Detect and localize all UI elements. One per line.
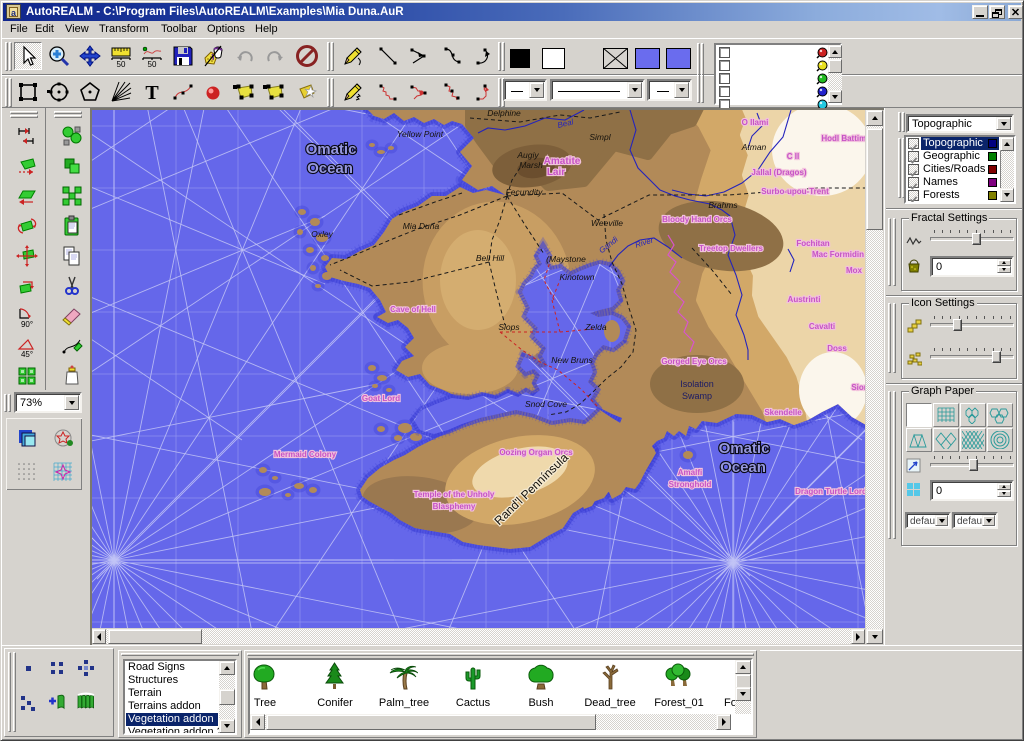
svg-text:Dragon Turtle Lord: Dragon Turtle Lord [795,487,865,496]
svg-text:Delphine: Delphine [487,110,521,118]
svg-text:Mermaid Colony: Mermaid Colony [274,450,337,459]
svg-text:Simpl: Simpl [589,132,611,142]
svg-text:Mox: Mox [846,266,863,275]
svg-text:Amatite: Amatite [544,156,581,167]
svg-text:Isolation: Isolation [680,379,714,389]
svg-text:50: 50 [117,60,126,68]
svg-text:T: T [145,82,159,104]
svg-text:Austrinti: Austrinti [788,295,821,304]
svg-text:Kinotown: Kinotown [560,272,595,282]
svg-text:Stronghold: Stronghold [669,480,712,489]
svg-text:Blasphemy: Blasphemy [433,502,476,511]
svg-text:Mia Duna: Mia Duna [403,221,440,231]
svg-text:Cave of Hell: Cave of Hell [390,305,436,314]
svg-text:Sion: Sion [851,383,865,392]
svg-text:Zelda: Zelda [584,322,607,332]
svg-text:Goat Lord: Goat Lord [362,394,400,403]
svg-text:(Maystone: (Maystone [546,254,586,264]
svg-text:Treetop Dwellers: Treetop Dwellers [699,244,764,253]
svg-text:Fecundity: Fecundity [506,187,544,197]
svg-text:50: 50 [148,60,157,68]
svg-text:Bloody Hand Orcs: Bloody Hand Orcs [662,215,732,224]
svg-text:O Ilami: O Ilami [742,118,769,127]
svg-text:Omatic: Omatic [306,141,357,158]
svg-text:Doss: Doss [827,344,847,353]
svg-text:Omatic: Omatic [719,440,770,457]
svg-text:New Bruns: New Bruns [551,355,593,365]
svg-text:Swamp: Swamp [682,391,712,401]
svg-text:Mac Formidin: Mac Formidin [812,250,864,259]
svg-text:Weeville: Weeville [591,218,623,228]
svg-text:Oxley: Oxley [311,229,333,239]
svg-text:90°: 90° [21,320,33,328]
svg-text:Lair: Lair [547,167,565,178]
svg-text:Ocean: Ocean [307,160,353,177]
svg-text:Atman: Atman [741,142,767,152]
svg-text:Brahms: Brahms [708,200,738,210]
svg-text:C II: C II [787,152,799,161]
svg-text:Slops: Slops [498,322,520,332]
svg-text:Jallal (Dragos): Jallal (Dragos) [751,168,806,177]
svg-text:Yellow Point: Yellow Point [397,129,444,139]
svg-text:Snod Cove: Snod Cove [525,399,567,409]
svg-text:Marsh: Marsh [519,160,543,170]
svg-text:Amalfi: Amalfi [678,468,702,477]
svg-text:Skendelle: Skendelle [764,408,802,417]
svg-text:Ocean: Ocean [720,459,766,476]
svg-text:Augiy: Augiy [516,150,539,160]
svg-text:Bell Hill: Bell Hill [476,253,505,263]
svg-text:Hodl Battima: Hodl Battima [821,134,865,143]
svg-text:45°: 45° [21,350,33,358]
svg-text:Cavalti: Cavalti [809,322,835,331]
svg-text:Temple of the Unholy: Temple of the Unholy [414,490,495,499]
svg-text:Gorged Eye Orcs: Gorged Eye Orcs [661,357,727,366]
svg-text:Surbo-upou-Trent: Surbo-upou-Trent [761,187,829,196]
svg-text:Fochitan: Fochitan [796,239,829,248]
